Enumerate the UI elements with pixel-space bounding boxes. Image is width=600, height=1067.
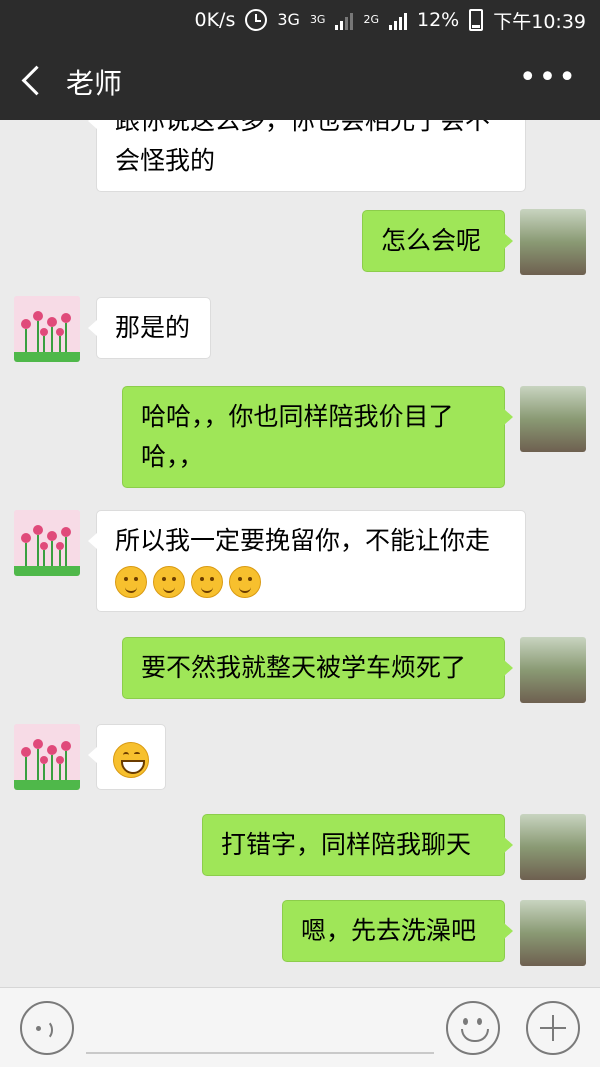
back-arrow-icon[interactable]: [18, 64, 48, 96]
voice-input-icon[interactable]: [20, 1001, 74, 1055]
signal-icon-1: [335, 10, 354, 30]
thinking-face-icon: [229, 566, 261, 598]
message-input[interactable]: [86, 1052, 434, 1054]
net-speed: 0K/s: [194, 9, 236, 31]
status-bar: 0K/s 3G 3G 2G 12% 下午10:39: [0, 0, 600, 40]
message-list[interactable]: 跟你说这么多，你也会相允了会不 会怪我的 怎么会呢 那是的 哈哈，，你也同样陪我…: [0, 120, 600, 987]
more-options-icon[interactable]: •••: [519, 63, 578, 93]
clock-time: 下午10:39: [493, 10, 586, 33]
message-bubble-outgoing[interactable]: 要不然我就整天被学车烦死了: [122, 637, 513, 699]
contact-avatar[interactable]: [14, 510, 80, 576]
my-avatar[interactable]: [520, 814, 586, 880]
contact-avatar[interactable]: [14, 296, 80, 362]
network-type-1: 3G: [277, 10, 300, 29]
message-bubble-outgoing[interactable]: 打错字，同样陪我聊天: [202, 814, 513, 876]
signal-icon-2: [389, 10, 407, 30]
battery-icon: [469, 9, 484, 31]
message-bubble-incoming[interactable]: [88, 724, 166, 790]
battery-percent: 12%: [417, 9, 460, 31]
title-bar: 老师 •••: [0, 40, 600, 120]
add-attachment-icon[interactable]: [526, 1001, 580, 1055]
network-type-2: 3G: [309, 13, 326, 26]
grinning-face-icon: [113, 742, 149, 778]
input-bar: [0, 987, 600, 1067]
message-bubble-outgoing[interactable]: 怎么会呢: [362, 210, 513, 272]
thinking-face-icon: [153, 566, 185, 598]
message-bubble-incoming[interactable]: 所以我一定要挽留你，不能让你走: [88, 510, 526, 612]
message-bubble-outgoing[interactable]: 哈哈，，你也同样陪我价目了 哈，，: [122, 386, 513, 488]
thinking-face-icon: [115, 566, 147, 598]
alarm-clock-icon: [245, 9, 268, 31]
emoji-row: [115, 561, 507, 601]
thinking-face-icon: [191, 566, 223, 598]
my-avatar[interactable]: [520, 386, 586, 452]
my-avatar[interactable]: [520, 900, 586, 966]
my-avatar[interactable]: [520, 209, 586, 275]
message-bubble-incoming[interactable]: 那是的: [88, 297, 211, 359]
contact-avatar[interactable]: [14, 724, 80, 790]
my-avatar[interactable]: [520, 637, 586, 703]
chat-title: 老师: [66, 67, 123, 100]
network-type-3: 2G: [363, 13, 379, 26]
message-bubble-incoming[interactable]: 跟你说这么多，你也会相允了会不 会怪我的: [88, 120, 526, 192]
message-bubble-outgoing[interactable]: 嗯，先去洗澡吧: [282, 900, 513, 962]
emoji-picker-icon[interactable]: [446, 1001, 500, 1055]
